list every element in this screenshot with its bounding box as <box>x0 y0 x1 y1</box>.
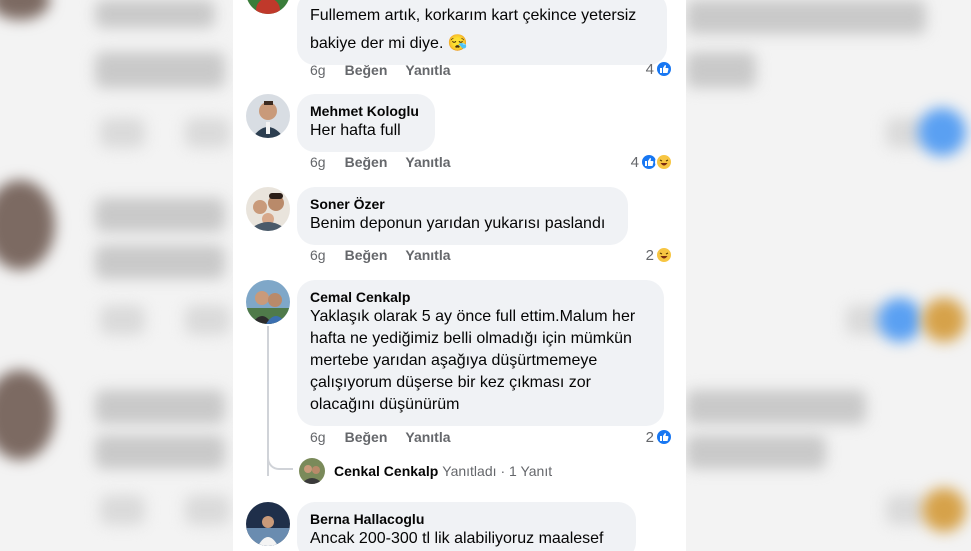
view-replies-link[interactable]: Cenkal Cenkalp Yanıtladı · 1 Yanıt <box>299 458 552 484</box>
reply-avatar <box>299 458 325 484</box>
reactions-summary[interactable]: 2 <box>646 245 673 265</box>
reaction-count: 4 <box>630 153 639 171</box>
comment-text: Benim deponun yarıdan yukarısı paslandı <box>310 215 606 232</box>
like-button[interactable]: Beğen <box>345 247 388 263</box>
avatar[interactable] <box>246 280 290 324</box>
blurred-background-left <box>0 0 233 551</box>
avatar[interactable] <box>246 187 290 231</box>
reply-button[interactable]: Yanıtla <box>405 247 450 263</box>
like-icon <box>655 428 673 446</box>
reaction-count: 2 <box>645 246 654 264</box>
comment-bubble[interactable]: Soner Özer Benim deponun yarıdan yukarıs… <box>297 187 628 245</box>
like-button[interactable]: Beğen <box>345 154 388 170</box>
comment-text: hafta ne yediğimiz belli olmadığı için m… <box>310 330 632 347</box>
reply-button[interactable]: Yanıtla <box>405 62 450 78</box>
comment-time: 6g <box>310 429 326 445</box>
blurred-background-right <box>686 0 971 551</box>
reactions-summary[interactable]: 4 <box>631 152 673 172</box>
reply-author: Cenkal Cenkalp <box>334 463 439 479</box>
comment-author[interactable]: Soner Özer <box>310 195 615 213</box>
avatar[interactable] <box>246 0 290 14</box>
reaction-count: 2 <box>645 428 654 446</box>
comment-time: 6g <box>310 154 326 170</box>
comment-actions: 6g Beğen Yanıtla <box>310 60 469 80</box>
reaction-count: 4 <box>645 60 654 78</box>
like-button[interactable]: Beğen <box>345 429 388 445</box>
comment-text: Her hafta full <box>310 122 401 139</box>
haha-icon <box>655 153 673 171</box>
comment-text: Ancak 200-300 tl lik alabiliyoruz maales… <box>310 530 604 547</box>
comment-bubble[interactable]: Cemal Cenkalp Yaklaşık olarak 5 ay önce … <box>297 280 664 426</box>
comment-bubble[interactable]: Mehmet Kologlu Her hafta full <box>297 94 435 152</box>
reactions-summary[interactable]: 4 <box>646 59 673 79</box>
reply-count: · 1 Yanıt <box>500 463 553 479</box>
thread-connector <box>267 452 293 470</box>
comment-text: bakiye der mi diye. 😪 <box>310 35 468 52</box>
comments-feed: Fullemem artık, korkarım kart çekince ye… <box>233 0 686 551</box>
reply-action: Yanıtladı <box>442 463 497 479</box>
comment-author[interactable]: Cemal Cenkalp <box>310 288 651 306</box>
comment-author[interactable]: Mehmet Kologlu <box>310 102 422 120</box>
comment-actions: 6g Beğen Yanıtla <box>310 152 469 172</box>
comment-text: olacağını düşünürüm <box>310 396 460 413</box>
reply-button[interactable]: Yanıtla <box>405 429 450 445</box>
comment-bubble[interactable]: Fullemem artık, korkarım kart çekince ye… <box>297 0 667 65</box>
comment-text: mertebe yarıdan aşağıya düşürtmemeye <box>310 352 598 369</box>
like-button[interactable]: Beğen <box>345 62 388 78</box>
avatar[interactable] <box>246 94 290 138</box>
comment-bubble[interactable]: Berna Hallacoglu Ancak 200-300 tl lik al… <box>297 502 636 551</box>
comment-time: 6g <box>310 247 326 263</box>
comment-text: Fullemem artık, korkarım kart çekince ye… <box>310 7 637 24</box>
reactions-summary[interactable]: 2 <box>646 427 673 447</box>
comment-author[interactable]: Berna Hallacoglu <box>310 510 623 528</box>
reply-button[interactable]: Yanıtla <box>405 154 450 170</box>
comment-text: Yaklaşık olarak 5 ay önce full ettim.Mal… <box>310 308 636 325</box>
haha-icon <box>655 246 673 264</box>
avatar[interactable] <box>246 502 290 546</box>
like-icon <box>655 60 673 78</box>
comment-time: 6g <box>310 62 326 78</box>
comment-actions: 6g Beğen Yanıtla <box>310 427 469 447</box>
comment-text: çalışıyorum düşerse bir kez çıkması zor <box>310 374 591 391</box>
comment-actions: 6g Beğen Yanıtla <box>310 245 469 265</box>
